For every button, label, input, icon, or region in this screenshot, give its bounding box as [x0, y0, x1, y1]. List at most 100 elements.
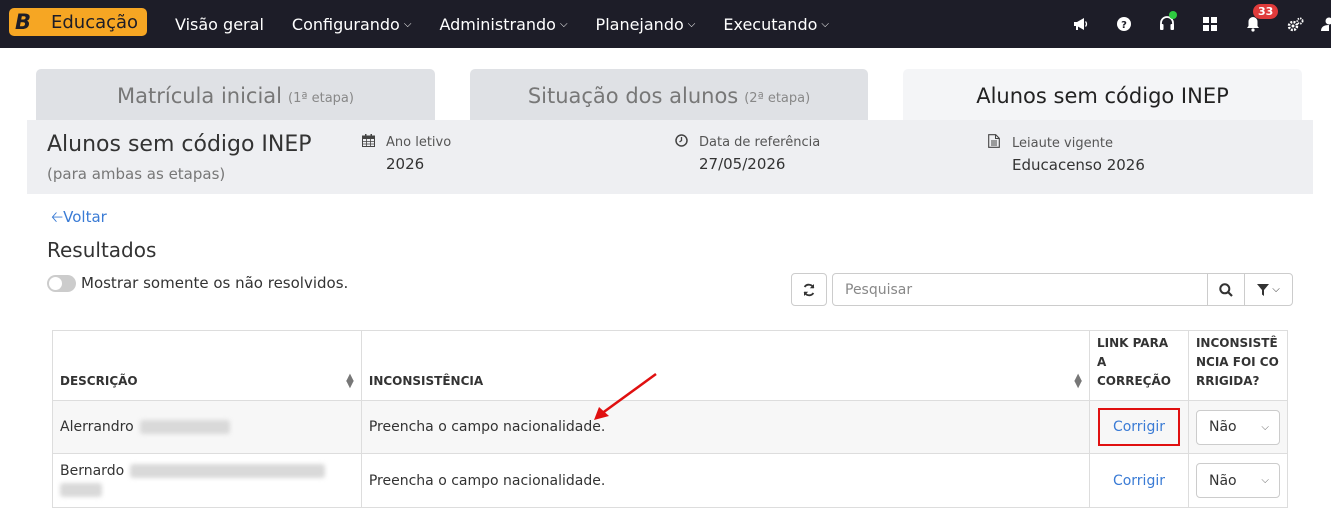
meta-value: 2026 [386, 155, 425, 173]
nav-administrando[interactable]: Administrando ⌵ [439, 15, 567, 34]
corrigida-select[interactable]: Não ⌵ [1195, 463, 1280, 498]
student-name: Alerrandro [60, 419, 134, 435]
refresh-icon [803, 283, 815, 296]
back-label: Voltar [63, 208, 107, 226]
chevron-down-icon: ⌵ [1272, 284, 1280, 295]
tab-alunos-sem-inep[interactable]: Alunos sem código INEP [903, 69, 1302, 122]
results-table: DESCRIÇÃO ▲ ▼ INCONSISTÊNCIA ▲ ▼ LINK PARA A… [52, 330, 1289, 508]
nav-visao-geral[interactable]: Visão geral [175, 15, 264, 34]
cell-inconsistencia: Preencha o campo nacionalidade. [360, 453, 1090, 508]
table-row: Bernardo Preencha o campo nacionalidade.… [52, 453, 1289, 508]
nav-configurando[interactable]: Configurando ⌵ [292, 15, 412, 34]
svg-text:?: ? [1121, 20, 1127, 31]
select-value: Não [1208, 472, 1237, 489]
header-spacer [0, 48, 1331, 60]
toggle-label: Mostrar somente os não resolvidos. [81, 274, 349, 292]
tab-label: Matrícula inicial [117, 83, 283, 108]
meta-leiaute: Leiaute vigente Educacenso 2026 [988, 134, 1145, 174]
help-icon[interactable]: ? [1102, 0, 1145, 48]
page-title: Alunos sem código INEP [47, 132, 312, 157]
search-input[interactable] [832, 273, 1208, 306]
nav-planejando[interactable]: Planejando ⌵ [596, 15, 696, 34]
file-icon [988, 134, 1002, 152]
chevron-down-icon: ⌵ [559, 18, 568, 30]
cell-link: Corrigir [1088, 400, 1189, 454]
student-name: Bernardo [60, 462, 125, 479]
cell-link: Corrigir [1088, 453, 1189, 508]
clock-icon [675, 134, 689, 151]
main-nav: Visão geral Configurando ⌵ Administrando ⌵… [175, 0, 857, 48]
header-label: INCONSISTÊNCIA [368, 374, 484, 388]
nav-label: Visão geral [175, 14, 264, 34]
tab-note: (2ª etapa) [744, 90, 811, 106]
tab-situacao-alunos[interactable]: Situação dos alunos (2ª etapa) [470, 69, 868, 122]
cell-descricao: Alerrandro [52, 400, 362, 454]
chevron-down-icon: ⌵ [687, 18, 696, 30]
tab-matricula-inicial[interactable]: Matrícula inicial (1ª etapa) [36, 69, 435, 122]
nav-label: Administrando [439, 14, 556, 34]
redacted-surname [139, 420, 230, 434]
meta-label: Ano letivo [386, 135, 452, 150]
tab-label: Situação dos alunos [527, 83, 739, 108]
meta-label: Leiaute vigente [1012, 135, 1113, 151]
corrigir-link[interactable]: Corrigir [1097, 408, 1180, 446]
brand-letter: B [15, 10, 32, 34]
nav-executando[interactable]: Executando ⌵ [723, 15, 829, 34]
brand-name: Educação [51, 11, 139, 33]
chevron-down-icon: ⌵ [1261, 421, 1269, 433]
header-label: DESCRIÇÃO [60, 374, 138, 388]
table-row: Alerrandro Preencha o campo nacionalidad… [52, 400, 1289, 454]
meta-value: 27/05/2026 [699, 155, 786, 173]
corrigir-link[interactable]: Corrigir [1100, 464, 1178, 498]
filter-dropdown-button[interactable]: ⌵ [1244, 273, 1293, 306]
annotation-arrow [594, 372, 657, 420]
megaphone-icon[interactable] [1059, 0, 1102, 48]
header-icons: ? 33 [1059, 0, 1331, 48]
results-heading: Resultados [47, 238, 157, 262]
nav-label: Executando [723, 14, 818, 34]
sort-icon: ▲ ▼ [346, 372, 354, 390]
back-link[interactable]: 🡠Voltar [51, 207, 107, 232]
sort-icon: ▲ ▼ [1074, 372, 1082, 390]
redacted-surname [60, 482, 102, 497]
unresolved-toggle[interactable] [47, 274, 76, 292]
calendar-icon [362, 134, 376, 151]
arrow-left-icon: 🡠 [51, 208, 64, 226]
meta-value: Educacenso 2026 [1012, 156, 1145, 174]
summary-panel: Alunos sem código INEP (para ambas as et… [27, 120, 1313, 194]
nav-label: Planejando [595, 14, 684, 34]
header-label: LINK PARA A CORREÇÃO [1096, 336, 1171, 388]
settings-gears-icon[interactable] [1274, 0, 1317, 48]
page-subtitle: (para ambas as etapas) [47, 165, 226, 183]
top-navbar: B Educação Visão geral Configurando ⌵ Adm… [0, 0, 1331, 48]
online-status-dot [1169, 11, 1177, 19]
tab-label: Alunos sem código INEP [976, 83, 1229, 108]
redacted-surname [130, 463, 326, 478]
meta-label: Data de referência [699, 135, 821, 150]
cell-corrigida: Não ⌵ [1187, 400, 1289, 454]
brand-logo[interactable]: B Educação [9, 8, 147, 36]
corrigida-select[interactable]: Não ⌵ [1195, 409, 1280, 445]
nav-label: Configurando [291, 14, 400, 34]
bell-icon[interactable]: 33 [1231, 0, 1279, 48]
unresolved-toggle-row: Mostrar somente os não resolvidos. [47, 274, 348, 292]
header-label: INCONSISTÊNCIA FOI CORRIGIDA? [1195, 336, 1279, 388]
search-icon [1219, 282, 1233, 297]
meta-ano-letivo: Ano letivo 2026 [362, 134, 451, 173]
refresh-button[interactable] [791, 273, 827, 306]
chevron-down-icon: ⌵ [403, 18, 412, 30]
col-inconsistencia[interactable]: INCONSISTÊNCIA ▲ ▼ [360, 330, 1090, 401]
col-link-correcao: LINK PARA A CORREÇÃO [1088, 330, 1189, 401]
cell-inconsistencia: Preencha o campo nacionalidade. [360, 400, 1090, 454]
headset-icon[interactable] [1145, 0, 1188, 48]
chevron-down-icon: ⌵ [1261, 475, 1269, 486]
user-icon[interactable] [1317, 0, 1331, 48]
search-button[interactable] [1207, 273, 1245, 306]
col-corrigida: INCONSISTÊNCIA FOI CORRIGIDA? [1187, 330, 1289, 401]
select-value: Não [1208, 419, 1237, 435]
meta-data-referencia: Data de referência 27/05/2026 [675, 134, 820, 173]
tab-note: (1ª etapa) [288, 90, 354, 106]
apps-grid-icon[interactable] [1188, 0, 1231, 48]
chevron-down-icon: ⌵ [821, 18, 829, 30]
col-descricao[interactable]: DESCRIÇÃO ▲ ▼ [52, 330, 362, 401]
